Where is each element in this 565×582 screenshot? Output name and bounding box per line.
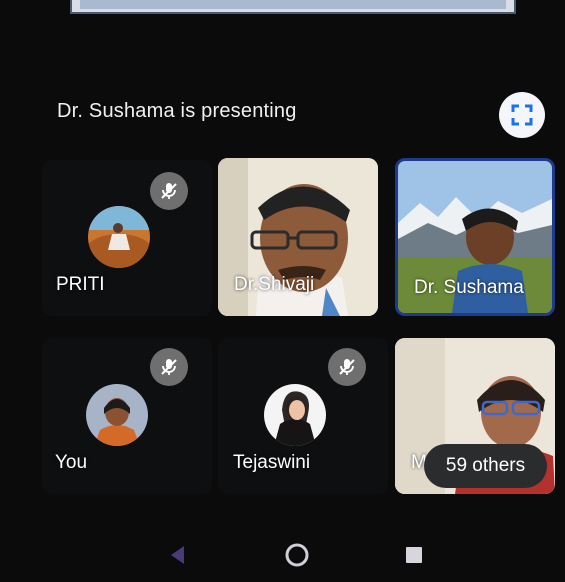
home-circle-icon[interactable]: [284, 542, 310, 568]
system-navigation-bar: [0, 530, 565, 582]
fullscreen-icon: [511, 104, 533, 126]
participant-tile-priti[interactable]: PRITI: [42, 160, 212, 316]
participant-name: Tejaswini: [233, 452, 311, 473]
participant-tile-tejaswini[interactable]: Tejaswini: [218, 338, 388, 494]
participant-name: PRITI: [56, 274, 105, 295]
participant-name: Dr. Sushama: [414, 277, 524, 298]
mute-indicator: [328, 348, 366, 386]
participant-name: You: [55, 452, 88, 473]
mute-indicator: [150, 348, 188, 386]
avatar-tejaswini: [264, 384, 326, 446]
avatar-you: [86, 384, 148, 446]
participant-tile-drshivaji[interactable]: Dr.Shivaji: [218, 158, 378, 316]
fullscreen-button[interactable]: [499, 92, 545, 138]
back-triangle-icon[interactable]: [168, 544, 186, 566]
mic-off-icon: [161, 183, 177, 199]
participant-tile-you[interactable]: You: [42, 338, 212, 494]
mic-off-icon: [339, 359, 355, 375]
participant-name: Dr.Shivaji: [234, 274, 315, 295]
participant-tile-drsushama[interactable]: Dr. Sushama: [395, 158, 555, 316]
avatar-priti: [88, 206, 150, 268]
presenting-status: Dr. Sushama is presenting: [57, 100, 297, 122]
mute-indicator: [150, 172, 188, 210]
others-count-pill[interactable]: 59 others: [424, 444, 547, 488]
recents-square-icon[interactable]: [404, 545, 424, 565]
mic-off-icon: [161, 359, 177, 375]
shared-screen-preview[interactable]: [70, 0, 516, 14]
